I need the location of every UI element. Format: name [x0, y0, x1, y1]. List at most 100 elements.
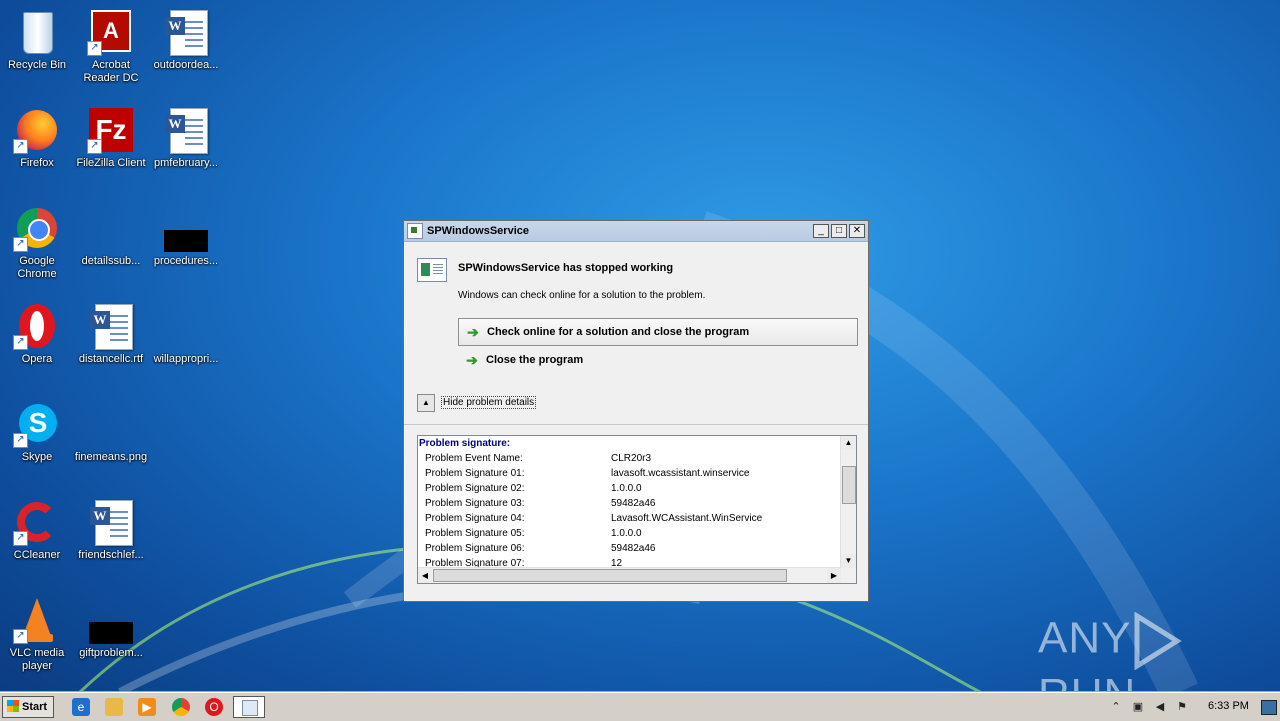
detail-row: Problem Signature 03: 59482a46 — [425, 498, 656, 509]
word-document-icon: W — [162, 8, 210, 56]
detail-row: Problem Signature 01: lavasoft.wcassistan… — [425, 468, 750, 479]
detail-row: Problem Signature 05: 1.0.0.0 — [425, 528, 642, 539]
scroll-up-arrow-icon[interactable]: ▲ — [841, 436, 856, 450]
file-thumbnail-icon — [87, 596, 135, 644]
scroll-right-arrow-icon[interactable]: ▶ — [827, 568, 841, 583]
desktop-icon-label: outdoordea... — [153, 59, 219, 71]
problem-details-content: Problem signature: Problem Event Name: CL… — [418, 436, 840, 567]
desktop-icon-label: Firefox — [20, 157, 54, 169]
vlc-cone-icon: ↗ — [13, 596, 61, 644]
shortcut-arrow-icon: ↗ — [87, 139, 102, 154]
clock[interactable]: 6:33 PM — [1208, 700, 1249, 712]
desktop-icon-label: pmfebruary... — [154, 157, 218, 169]
desktop-icon-vlc[interactable]: ↗ VLC media player — [0, 590, 74, 673]
acrobat-icon: A ↗ — [87, 8, 135, 56]
volume-icon[interactable]: ◀ — [1153, 700, 1167, 714]
problem-details-box[interactable]: Problem signature: Problem Event Name: CL… — [417, 435, 857, 584]
desktop-icon-label: procedures... — [153, 255, 219, 267]
recycle-bin-icon — [13, 8, 61, 56]
opera-taskbar-icon[interactable]: O — [205, 698, 223, 716]
internet-explorer-icon[interactable]: e — [72, 698, 90, 716]
vertical-scrollbar[interactable]: ▲ ▼ — [840, 436, 856, 568]
desktop-icon-opera[interactable]: ↗ Opera — [0, 296, 74, 366]
desktop-icon-procedures[interactable]: procedures... — [149, 198, 223, 268]
shortcut-arrow-icon: ↗ — [13, 531, 28, 546]
program-error-icon — [417, 258, 447, 282]
desktop-icon-recycle-bin[interactable]: Recycle Bin — [0, 2, 74, 72]
dialog-title: SPWindowsService — [427, 225, 529, 237]
green-arrow-icon: ➔ — [466, 351, 478, 368]
opera-icon: ↗ — [13, 302, 61, 350]
scroll-left-arrow-icon[interactable]: ◀ — [418, 568, 432, 583]
horizontal-scroll-thumb[interactable] — [433, 569, 787, 582]
show-hidden-icons-icon[interactable]: ⌃ — [1109, 700, 1123, 714]
shortcut-arrow-icon: ↗ — [13, 433, 28, 448]
hide-details-link[interactable]: Hide problem details — [441, 396, 537, 409]
scroll-down-arrow-icon[interactable]: ▼ — [841, 554, 856, 568]
error-heading: SPWindowsService has stopped working — [458, 262, 674, 274]
explorer-folder-icon[interactable] — [105, 698, 123, 716]
windows-logo-icon — [7, 700, 19, 712]
desktop-icon-label: giftproblem... — [79, 647, 143, 659]
detail-row: Problem Event Name: CLR20r3 — [425, 453, 652, 464]
word-document-icon: W — [87, 302, 135, 350]
detail-row: Problem Signature 07: 12 — [425, 558, 623, 567]
desktop-icon-label: VLC media player — [9, 647, 65, 672]
word-document-icon: W — [162, 106, 210, 154]
media-player-icon[interactable]: ▶ — [138, 698, 156, 716]
desktop-icon-label: friendschlef... — [78, 549, 144, 561]
horizontal-scrollbar[interactable]: ◀ ▶ — [418, 567, 841, 583]
shortcut-arrow-icon: ↗ — [13, 629, 28, 644]
desktop-icon-label: Opera — [21, 353, 53, 365]
action-center-flag-icon[interactable]: ⚑ — [1175, 700, 1189, 714]
error-dialog: SPWindowsService _ □ ✕ SPWindowsService … — [403, 220, 869, 602]
dialog-titlebar[interactable]: SPWindowsService _ □ ✕ — [404, 221, 868, 242]
system-tray: ⌃ ▣ ◀ ⚑ — [1105, 693, 1280, 721]
image-file-icon — [87, 400, 135, 448]
desktop-icon-acrobat[interactable]: A ↗ Acrobat Reader DC — [74, 2, 148, 85]
check-online-button[interactable]: ➔ Check online for a solution and close … — [458, 318, 858, 346]
desktop-icon-outdoordea[interactable]: W outdoordea... — [149, 2, 223, 72]
desktop-icon-finemeans[interactable]: finemeans.png — [74, 394, 148, 464]
desktop-icon-giftproblem[interactable]: giftproblem... — [74, 590, 148, 660]
desktop-icon-label: distancellc.rtf — [78, 353, 144, 365]
taskbar-item-spwindowsservice[interactable] — [233, 696, 265, 718]
green-arrow-icon: ➔ — [467, 323, 479, 340]
desktop-icon-friendschlef[interactable]: W friendschlef... — [74, 492, 148, 562]
desktop-icon-label: willappropri... — [153, 353, 219, 365]
desktop-icon-label: FileZilla Client — [76, 157, 146, 169]
file-icon — [87, 204, 135, 252]
desktop-icon-skype[interactable]: S ↗ Skype — [0, 394, 74, 464]
maximize-button[interactable]: □ — [831, 224, 847, 238]
shortcut-arrow-icon: ↗ — [87, 41, 102, 56]
start-button[interactable]: Start — [2, 696, 54, 718]
desktop-icon-pmfebruary[interactable]: W pmfebruary... — [149, 100, 223, 170]
desktop-icon-detailssub[interactable]: detailssub... — [74, 198, 148, 268]
scroll-corner — [841, 568, 856, 583]
desktop-icon-distancellc[interactable]: W distancellc.rtf — [74, 296, 148, 366]
desktop-icon-willappropri[interactable]: willappropri... — [149, 296, 223, 366]
shortcut-arrow-icon: ↗ — [13, 237, 28, 252]
collapse-details-button[interactable]: ▲ — [417, 394, 435, 412]
word-document-icon: W — [87, 498, 135, 546]
desktop-icon-filezilla[interactable]: Fz ↗ FileZilla Client — [74, 100, 148, 170]
taskbar: Start e ▶ O ⌃ ▣ ◀ ⚑ 6:33 PM — [0, 692, 1280, 721]
desktop-icon-label: Acrobat Reader DC — [83, 59, 139, 84]
desktop-icon-label: CCleaner — [13, 549, 61, 561]
close-program-button[interactable]: ➔ Close the program — [458, 347, 856, 373]
close-button[interactable]: ✕ — [849, 224, 865, 238]
desktop-icon-ccleaner[interactable]: ↗ CCleaner — [0, 492, 74, 562]
network-icon[interactable]: ▣ — [1131, 700, 1145, 714]
minimize-button[interactable]: _ — [813, 224, 829, 238]
chrome-taskbar-icon[interactable] — [172, 698, 190, 716]
shortcut-arrow-icon: ↗ — [13, 335, 28, 350]
show-desktop-button[interactable] — [1261, 700, 1277, 715]
check-online-label: Check online for a solution and close th… — [487, 326, 750, 338]
desktop-icon-chrome[interactable]: ↗ Google Chrome — [0, 198, 74, 281]
detail-row: Problem Signature 02: 1.0.0.0 — [425, 483, 642, 494]
desktop-icon-label: Google Chrome — [17, 255, 57, 280]
desktop-icon-label: finemeans.png — [74, 451, 148, 463]
vertical-scroll-thumb[interactable] — [842, 466, 856, 504]
ccleaner-icon: ↗ — [13, 498, 61, 546]
desktop-icon-firefox[interactable]: ↗ Firefox — [0, 100, 74, 170]
